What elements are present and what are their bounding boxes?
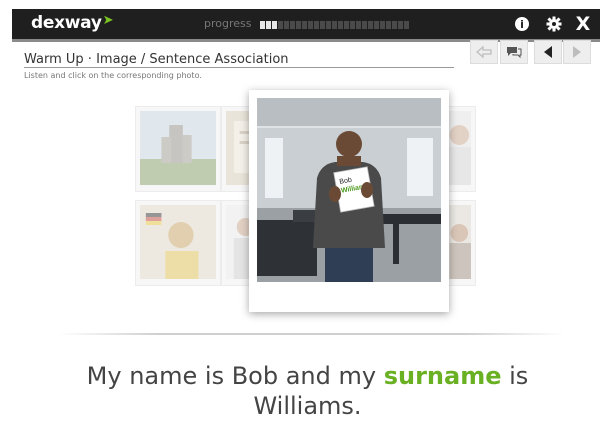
progress-segment	[338, 21, 343, 29]
next-button[interactable]	[563, 40, 591, 64]
progress-segment	[326, 21, 331, 29]
progress-segment	[332, 21, 337, 29]
progress-segment	[278, 21, 283, 29]
progress-segment	[398, 21, 403, 29]
progress-segment	[260, 21, 265, 29]
progress-segment	[266, 21, 271, 29]
photo-tile-castle[interactable]	[135, 106, 221, 192]
woman-flag-photo	[140, 205, 216, 279]
dexway-logo: dexway➤	[31, 13, 113, 33]
bob-williams-photo: Bob Williams	[257, 98, 441, 282]
progress-segment	[350, 21, 355, 29]
progress-segment	[344, 21, 349, 29]
top-bar: dexway➤ progress i X	[12, 9, 600, 39]
exercise-title: Warm Up · Image / Sentence Association	[24, 52, 289, 67]
gear-icon	[546, 16, 562, 32]
divider	[58, 333, 565, 335]
progress-label: progress	[204, 17, 252, 30]
progress-bar	[260, 21, 412, 29]
back-arrow-icon	[476, 46, 492, 58]
logo-text: dexway	[31, 13, 102, 33]
sentence-part-before: My name is Bob and my	[86, 362, 384, 390]
progress-segment	[296, 21, 301, 29]
progress-segment	[380, 21, 385, 29]
progress-segment	[374, 21, 379, 29]
target-sentence: My name is Bob and my surname is William…	[30, 361, 585, 421]
info-glyph: i	[520, 17, 524, 31]
close-button[interactable]: X	[570, 11, 596, 37]
progress-segment	[320, 21, 325, 29]
speech-bubble-icon	[507, 47, 522, 59]
info-icon: i	[515, 17, 529, 31]
progress-segment	[290, 21, 295, 29]
progress-segment	[314, 21, 319, 29]
sentence-keyword: surname	[383, 362, 502, 390]
office-scene: Bob Williams	[257, 98, 441, 282]
progress-segment	[284, 21, 289, 29]
progress-segment	[368, 21, 373, 29]
progress-segment	[404, 21, 409, 29]
progress-segment	[302, 21, 307, 29]
info-button[interactable]: i	[509, 11, 535, 37]
settings-button[interactable]	[541, 11, 567, 37]
prev-icon	[544, 46, 552, 58]
previous-button[interactable]	[534, 40, 562, 64]
progress-segment	[308, 21, 313, 29]
featured-photo-card[interactable]: Bob Williams	[249, 90, 449, 312]
progress-segment	[272, 21, 277, 29]
back-button[interactable]	[470, 40, 498, 64]
progress-segment	[356, 21, 361, 29]
speech-button[interactable]	[500, 40, 528, 64]
next-icon	[573, 46, 581, 58]
title-underline	[24, 67, 454, 68]
castle-photo	[140, 111, 216, 185]
logo-arrow-icon: ➤	[102, 13, 114, 28]
close-icon: X	[575, 13, 591, 35]
photo-tile-woman-flag[interactable]	[135, 200, 221, 286]
exercise-instruction: Listen and click on the corresponding ph…	[24, 71, 202, 80]
progress-segment	[362, 21, 367, 29]
progress-segment	[392, 21, 397, 29]
progress-segment	[386, 21, 391, 29]
